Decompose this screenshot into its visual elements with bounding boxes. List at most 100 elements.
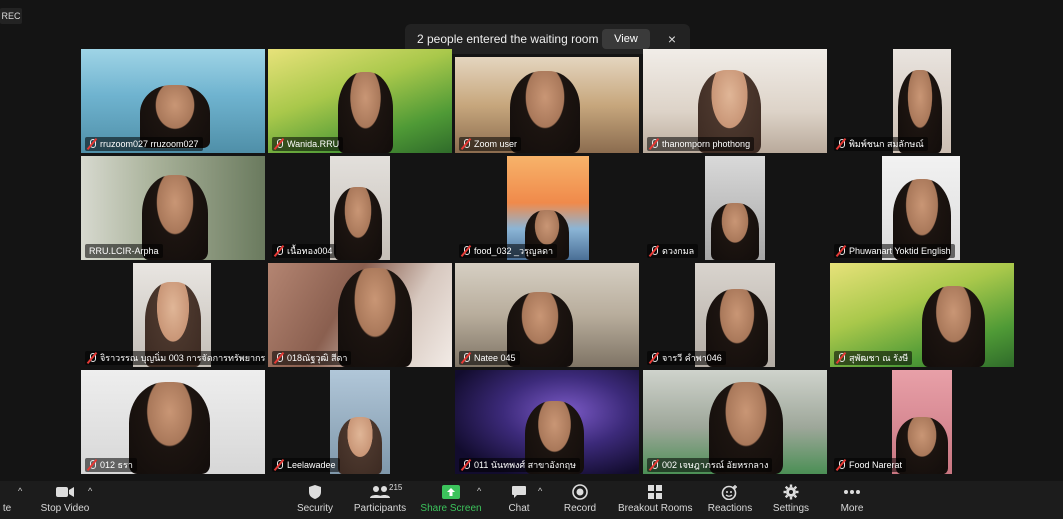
- more-button[interactable]: More: [834, 481, 870, 519]
- chat-options-caret-icon[interactable]: ^: [538, 486, 542, 496]
- mic-muted-icon: [836, 352, 846, 364]
- security-button[interactable]: Security: [294, 481, 336, 519]
- stop-video-button[interactable]: Stop Video: [38, 481, 92, 519]
- name-label: Phuwanart Yoktid English: [834, 244, 955, 258]
- chat-label: Chat: [508, 503, 530, 514]
- breakout-rooms-icon: [648, 485, 662, 499]
- record-button[interactable]: Record: [562, 481, 598, 519]
- participant-name: Natee 045: [474, 353, 516, 363]
- name-label: Leelawadee: [272, 458, 340, 472]
- video-tile[interactable]: จารวี คำพา046: [643, 263, 827, 367]
- unmute-label: te: [2, 503, 12, 514]
- name-label: 012 ธรา: [85, 458, 137, 472]
- video-tile[interactable]: 002 เจษฎาภรณ์ อัยหรกลาง: [643, 370, 827, 474]
- video-tile[interactable]: 011 นันทพงศ์ สาขาอังกฤษ: [455, 370, 639, 474]
- participant-name: จิราวรรณ บุญนิ่ม 003 การจัดการทรัพยากร..…: [100, 353, 265, 363]
- participant-name: Zoom user: [474, 139, 518, 149]
- video-options-caret-icon[interactable]: ^: [88, 486, 92, 496]
- participant-name: สุพัฒชา ณ รังษี: [849, 353, 909, 363]
- mic-muted-icon: [836, 138, 846, 150]
- record-label: Record: [563, 503, 597, 514]
- video-tile[interactable]: food_032 _วรุญลดา: [455, 156, 639, 260]
- video-tile[interactable]: จิราวรรณ บุญนิ่ม 003 การจัดการทรัพยากร..…: [81, 263, 265, 367]
- recording-badge: REC: [0, 8, 22, 24]
- chat-button[interactable]: Chat: [503, 481, 535, 519]
- video-tile[interactable]: 012 ธรา: [81, 370, 265, 474]
- close-icon[interactable]: ×: [664, 31, 680, 47]
- name-label: RRU.LCIR-Arpha: [85, 244, 163, 258]
- reactions-label: Reactions: [707, 503, 753, 514]
- video-tile[interactable]: 018ณัฐวุฒิ สีดา: [268, 263, 452, 367]
- participant-name: เนื้อทอง004: [287, 246, 333, 256]
- security-label: Security: [296, 503, 334, 514]
- name-label: 002 เจษฎาภรณ์ อัยหรกลาง: [647, 458, 773, 472]
- video-tile[interactable]: rruzoom027 rruzoom027: [81, 49, 265, 153]
- name-label: Natee 045: [459, 351, 520, 365]
- mic-muted-icon: [836, 459, 846, 471]
- share-options-caret-icon[interactable]: ^: [477, 486, 481, 496]
- participant-name: พิมพ์ชนก สมลักษณ์: [849, 139, 924, 149]
- name-label: 018ณัฐวุฒิ สีดา: [272, 351, 352, 365]
- name-label: จารวี คำพา046: [647, 351, 726, 365]
- video-tile[interactable]: thanomporn phothong: [643, 49, 827, 153]
- participant-figure: [711, 202, 759, 260]
- unmute-button[interactable]: te: [0, 481, 14, 519]
- reactions-button[interactable]: Reactions: [706, 481, 754, 519]
- participant-name: 002 เจษฎาภรณ์ อัยหรกลาง: [662, 460, 769, 470]
- video-tile[interactable]: พิมพ์ชนก สมลักษณ์: [830, 49, 1014, 153]
- participant-figure: [337, 416, 383, 474]
- video-tile[interactable]: เนื้อทอง004: [268, 156, 452, 260]
- video-tile[interactable]: สุพัฒชา ณ รังษี: [830, 263, 1014, 367]
- mic-muted-icon: [836, 245, 846, 257]
- name-label: rruzoom027 rruzoom027: [85, 137, 203, 151]
- participant-figure: [128, 382, 210, 474]
- mic-muted-icon: [274, 459, 284, 471]
- meeting-toolbar: te ^ Stop Video ^ Security Participants …: [0, 481, 1063, 519]
- video-tile[interactable]: Phuwanart Yoktid English: [830, 156, 1014, 260]
- gear-icon: [783, 484, 799, 500]
- participant-name: จารวี คำพา046: [662, 353, 722, 363]
- participant-name: Food Narerat: [849, 460, 903, 470]
- mic-muted-icon: [274, 138, 284, 150]
- name-label: thanomporn phothong: [647, 137, 755, 151]
- video-tile[interactable]: ดวงกมล: [643, 156, 827, 260]
- share-screen-label: Share Screen: [420, 503, 482, 514]
- participant-name: 011 นันทพงศ์ สาขาอังกฤษ: [474, 460, 577, 470]
- name-label: Food Narerat: [834, 458, 907, 472]
- video-tile[interactable]: Food Narerat: [830, 370, 1014, 474]
- video-camera-icon: [56, 487, 74, 497]
- participant-name: Leelawadee: [287, 460, 336, 470]
- participant-name: Phuwanart Yoktid English: [849, 246, 951, 256]
- name-label: ดวงกมล: [647, 244, 699, 258]
- participants-icon: [370, 486, 390, 498]
- reactions-smiley-icon: [721, 485, 737, 500]
- video-tile[interactable]: Leelawadee: [268, 370, 452, 474]
- name-label: สุพัฒชา ณ รังษี: [834, 351, 913, 365]
- mic-muted-icon: [87, 352, 97, 364]
- video-tile-active-speaker[interactable]: RRU.LCIR-Arpha: [81, 156, 265, 260]
- breakout-rooms-label: Breakout Rooms: [618, 503, 693, 514]
- name-label: เนื้อทอง004: [272, 244, 337, 258]
- settings-button[interactable]: Settings: [770, 481, 812, 519]
- name-label: Wanida.RRU: [272, 137, 344, 151]
- participant-name: 018ณัฐวุฒิ สีดา: [287, 353, 348, 363]
- share-screen-button[interactable]: Share Screen: [420, 481, 482, 519]
- video-tile[interactable]: Zoom user: [455, 57, 639, 153]
- participants-label: Participants: [353, 503, 407, 514]
- video-tile[interactable]: Natee 045: [455, 263, 639, 367]
- chat-icon: [512, 486, 526, 498]
- participant-name: 012 ธรา: [100, 460, 133, 470]
- mic-muted-icon: [461, 245, 471, 257]
- settings-label: Settings: [772, 503, 810, 514]
- mic-muted-icon: [649, 352, 659, 364]
- view-waiting-room-button[interactable]: View: [602, 29, 650, 49]
- name-label: พิมพ์ชนก สมลักษณ์: [834, 137, 928, 151]
- stop-video-label: Stop Video: [40, 503, 90, 514]
- participant-name: rruzoom027 rruzoom027: [100, 139, 199, 149]
- audio-options-caret-icon[interactable]: ^: [18, 486, 22, 496]
- video-tile[interactable]: Wanida.RRU: [268, 49, 452, 153]
- mic-muted-icon: [649, 459, 659, 471]
- participant-name: food_032 _วรุญลดา: [474, 246, 554, 256]
- mic-muted-icon: [87, 459, 97, 471]
- breakout-rooms-button[interactable]: Breakout Rooms: [618, 481, 692, 519]
